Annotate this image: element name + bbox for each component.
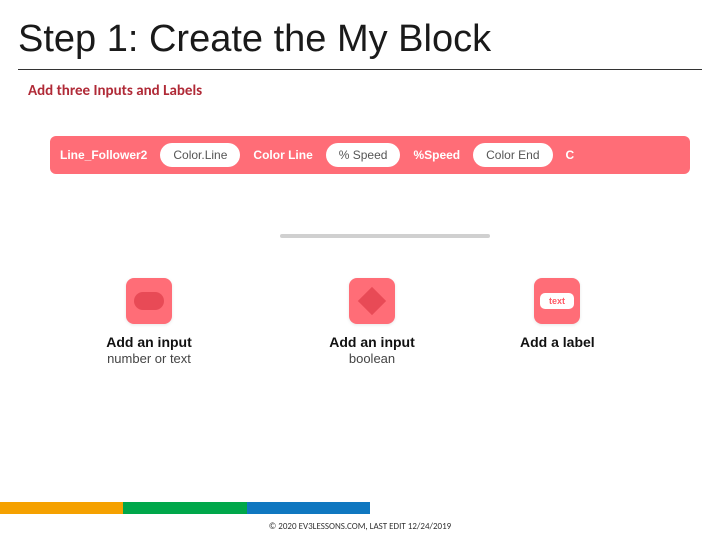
footer-seg-orange	[0, 502, 123, 514]
button-title: Add an input	[74, 334, 224, 351]
add-input-boolean-item: Add an input boolean	[297, 278, 447, 366]
block-input-pill[interactable]: Color End	[473, 143, 552, 167]
my-block-header[interactable]: Line_Follower2 Color.Line Color Line % S…	[50, 136, 690, 174]
button-title: Add an input	[297, 334, 447, 351]
subtitle: Add three Inputs and Labels	[0, 70, 720, 100]
block-name: Line_Follower2	[58, 148, 155, 162]
block-label-slot: C	[558, 148, 583, 162]
toolbox-row: Add an input number or text Add an input…	[0, 238, 720, 366]
footer-seg-green	[123, 502, 246, 514]
add-input-boolean-button[interactable]	[349, 278, 395, 324]
text-icon: text	[540, 293, 574, 309]
block-area: Line_Follower2 Color.Line Color Line % S…	[50, 136, 720, 238]
add-label-button[interactable]: text	[534, 278, 580, 324]
diamond-icon	[358, 287, 386, 315]
block-label-slot: Color Line	[245, 148, 320, 162]
button-subtitle: boolean	[297, 351, 447, 366]
block-input-pill[interactable]: % Speed	[326, 143, 401, 167]
footer-seg-blue	[247, 502, 370, 514]
block-label-slot: %Speed	[405, 148, 468, 162]
block-input-pill[interactable]: Color.Line	[160, 143, 240, 167]
add-label-item: text Add a label	[520, 278, 660, 366]
footer-text: © 2020 EV3LESSONS.COM, LAST EDIT 12/24/2…	[0, 521, 720, 532]
add-input-number-item: Add an input number or text	[74, 278, 224, 366]
add-input-number-button[interactable]	[126, 278, 172, 324]
button-title: Add a label	[520, 334, 660, 351]
scroll-indicator	[280, 234, 490, 238]
button-subtitle: number or text	[74, 351, 224, 366]
oval-icon	[134, 292, 164, 310]
footer-color-bar	[0, 502, 370, 514]
page-title: Step 1: Create the My Block	[0, 0, 720, 69]
